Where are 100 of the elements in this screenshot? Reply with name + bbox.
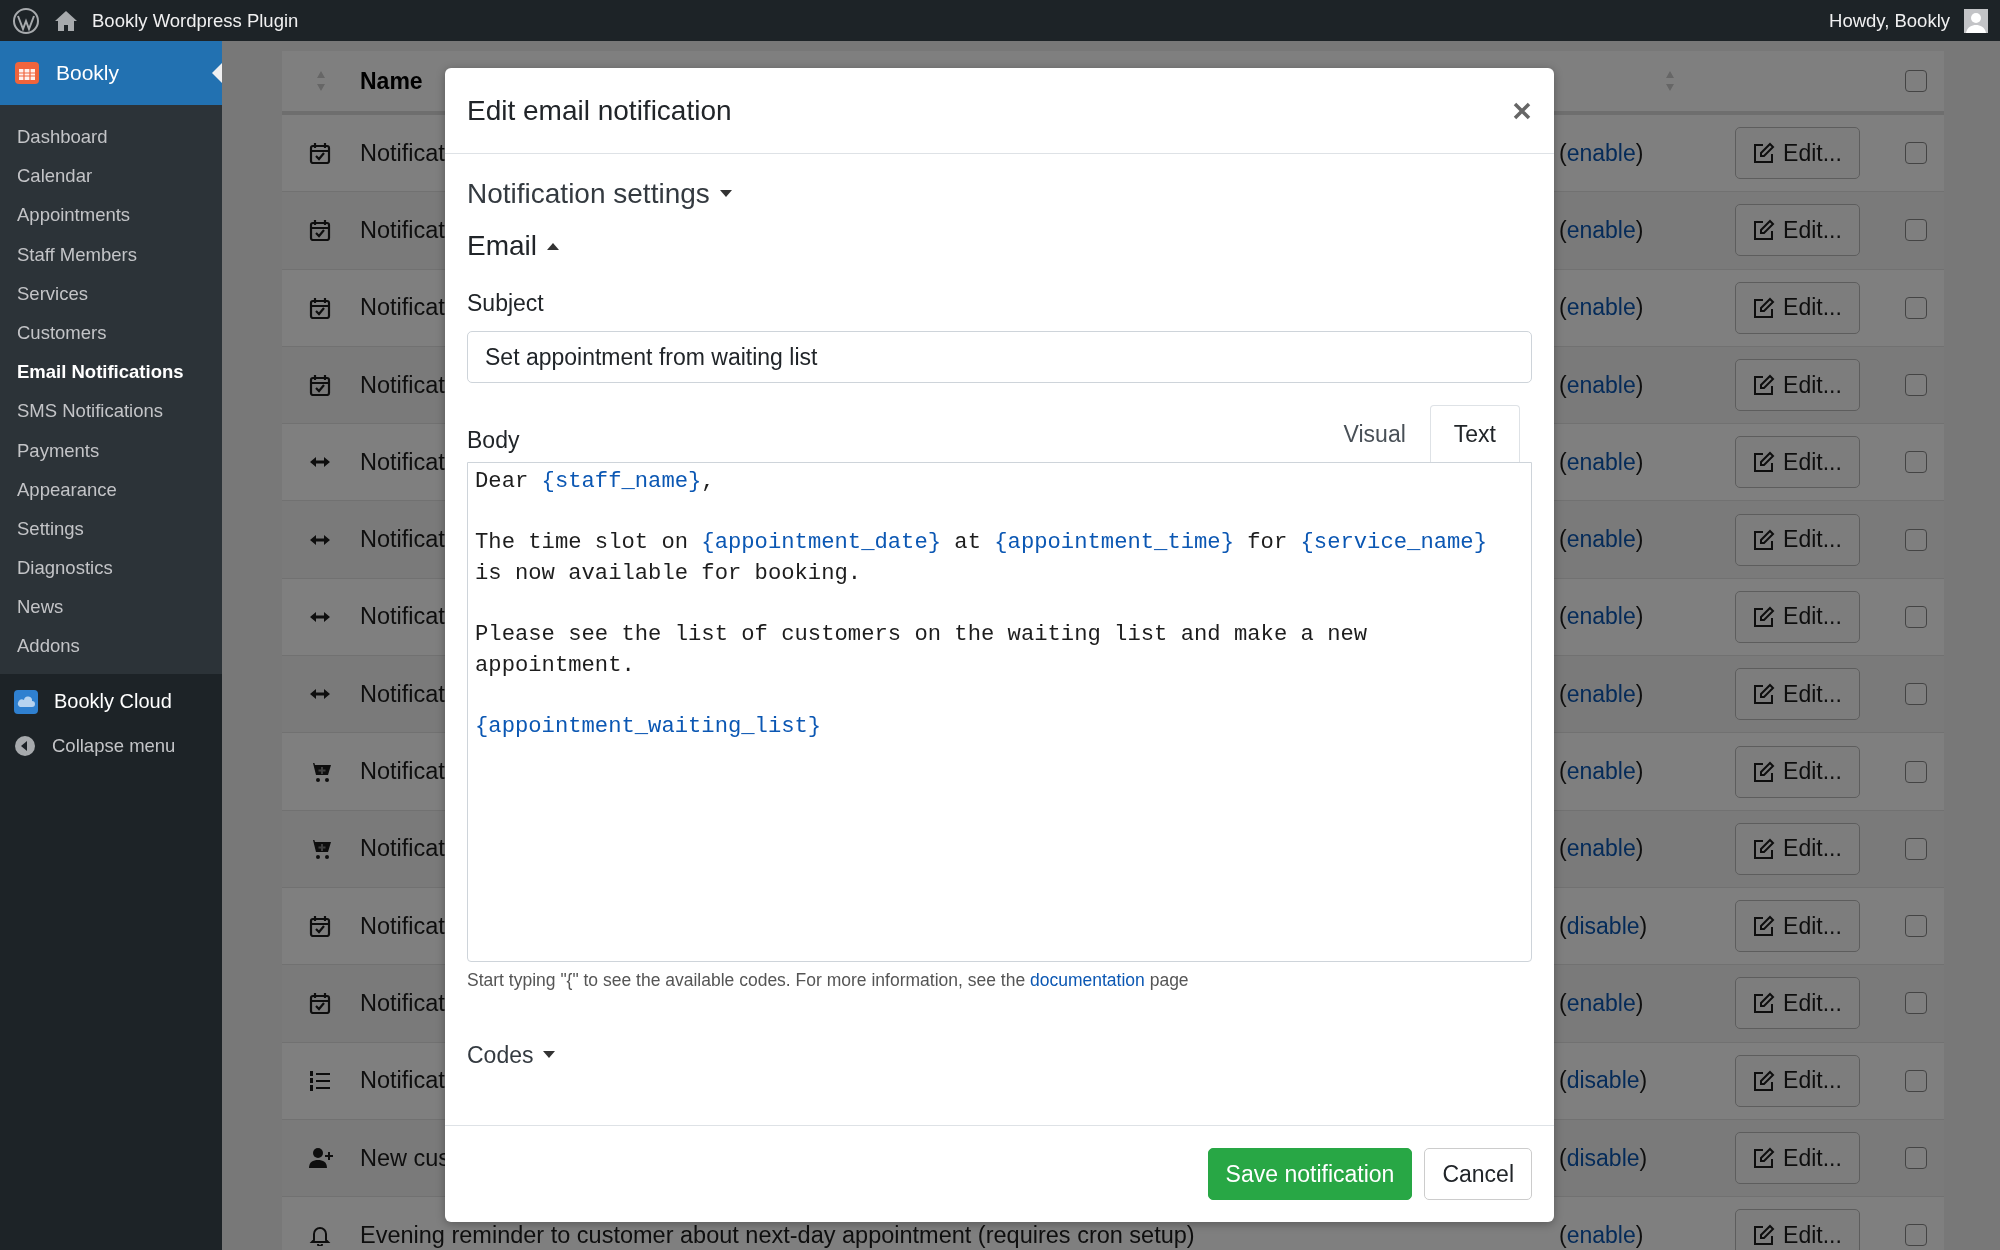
edit-button[interactable]: Edit... [1735, 1209, 1860, 1250]
toggle-link[interactable]: enable [1566, 526, 1636, 553]
section-toggle[interactable]: Email [467, 220, 559, 272]
checkbox[interactable] [1905, 374, 1927, 397]
checkbox[interactable] [1905, 451, 1927, 474]
edit-button[interactable]: Edit... [1735, 977, 1860, 1030]
section-toggle[interactable]: Notification settings [467, 168, 732, 220]
checkbox[interactable] [1905, 142, 1927, 165]
cloud-icon [14, 689, 38, 714]
sidebar-item[interactable]: Calendar [0, 156, 222, 196]
caret-icon [543, 1051, 556, 1059]
edit-icon [1753, 528, 1776, 551]
sidebar-item[interactable]: Diagnostics [0, 548, 222, 588]
documentation-link[interactable]: documentation [1030, 970, 1145, 990]
sidebar-item[interactable]: Staff Members [0, 234, 222, 274]
cancel-button[interactable]: Cancel [1424, 1148, 1532, 1200]
toggle-link[interactable]: enable [1566, 294, 1636, 321]
sort-icon [316, 69, 326, 93]
greeting-text[interactable]: Howdy, Bookly [1829, 9, 1950, 32]
edit-icon [1753, 374, 1776, 397]
checkbox[interactable] [1905, 1147, 1927, 1169]
checkbox[interactable] [1905, 915, 1927, 938]
edit-icon [1753, 837, 1776, 860]
edit-button[interactable]: Edit... [1735, 822, 1860, 875]
checkbox[interactable] [1905, 760, 1927, 783]
sidebar-item[interactable]: Addons [0, 626, 222, 666]
edit-button[interactable]: Edit... [1735, 513, 1860, 566]
notification-name: Notificat [360, 758, 445, 785]
sidebar-item[interactable]: Services [0, 273, 222, 313]
editor-tab[interactable]: Text [1429, 405, 1520, 462]
close-icon [1512, 100, 1532, 121]
codes-toggle[interactable]: Codes [467, 1035, 556, 1075]
toggle-link[interactable]: enable [1566, 139, 1636, 166]
checkbox[interactable] [1905, 683, 1927, 706]
editor-tab[interactable]: Visual [1319, 405, 1430, 462]
sidebar-item[interactable]: Appearance [0, 469, 222, 509]
edit-button[interactable]: Edit... [1735, 745, 1860, 798]
checkbox[interactable] [1905, 837, 1927, 860]
checkbox[interactable] [1905, 296, 1927, 319]
column-header[interactable]: Name [360, 67, 423, 95]
body-field[interactable] [467, 462, 1532, 962]
toggle-link[interactable]: disable [1566, 1144, 1640, 1171]
toggle-link[interactable]: enable [1566, 758, 1636, 784]
sidebar-item[interactable]: Email Notifications [0, 352, 222, 392]
toggle-link[interactable]: disable [1566, 1067, 1640, 1094]
site-title[interactable]: Bookly Wordpress Plugin [92, 9, 299, 32]
toggle-link[interactable]: enable [1566, 371, 1636, 398]
checkbox[interactable] [1905, 528, 1927, 551]
edit-button[interactable]: Edit... [1735, 900, 1860, 953]
body-text-line: appointment. [475, 651, 635, 680]
body-text-line: The time slot on {appointment_date} at {appointment_time} for {service_name} [475, 529, 1487, 558]
sidebar-item[interactable]: SMS Notifications [0, 391, 222, 431]
checkbox[interactable] [1905, 219, 1927, 242]
edit-button[interactable]: Edit... [1735, 127, 1860, 180]
save-button[interactable]: Save notification [1207, 1148, 1413, 1200]
body-text-line: Dear {staff_name}, [475, 468, 715, 496]
toggle-link[interactable]: enable [1566, 603, 1636, 630]
close-button[interactable] [1512, 100, 1532, 121]
edit-button[interactable]: Edit... [1735, 590, 1860, 643]
checkbox[interactable] [1905, 605, 1927, 628]
sidebar-item[interactable]: Appointments [0, 195, 222, 235]
sidebar-item[interactable]: Customers [0, 312, 222, 353]
sidebar-item[interactable]: Dashboard [0, 117, 222, 157]
checkbox[interactable] [1905, 992, 1927, 1015]
toggle-link[interactable]: enable [1566, 1221, 1636, 1248]
edit-button[interactable]: Edit... [1735, 204, 1860, 257]
paren-text: ) [1639, 1144, 1648, 1171]
toggle-link[interactable]: enable [1566, 989, 1636, 1016]
checkbox[interactable] [1905, 1224, 1927, 1247]
sidebar-item[interactable]: Payments [0, 430, 222, 470]
calendar-check-icon [309, 915, 333, 938]
edit-button[interactable]: Edit... [1735, 359, 1860, 412]
body-text-line: is now available for booking. [475, 559, 862, 588]
toggle-link[interactable]: enable [1566, 216, 1636, 243]
collapse-menu-button[interactable]: Collapse menu [0, 723, 222, 768]
toggle-link[interactable]: enable [1566, 835, 1636, 862]
checkbox[interactable] [1905, 1069, 1927, 1092]
toggle-link[interactable]: disable [1566, 912, 1640, 939]
edit-button[interactable]: Edit... [1735, 668, 1860, 721]
paren-text: ( [1559, 912, 1567, 939]
paren-text: ( [1559, 1221, 1567, 1248]
edit-icon [1753, 605, 1776, 628]
edit-button[interactable]: Edit... [1735, 1132, 1860, 1184]
toggle-link[interactable]: enable [1566, 680, 1636, 707]
checkbox[interactable] [1905, 70, 1927, 92]
paren-text: ) [1635, 216, 1644, 243]
sidebar-item[interactable]: Settings [0, 508, 222, 549]
calendar-check-icon [309, 374, 333, 397]
sidebar-item[interactable]: News [0, 587, 222, 627]
edit-button[interactable]: Edit... [1735, 436, 1860, 489]
calendar-check-icon [309, 219, 333, 242]
subject-field[interactable]: Set appointment from waiting list [467, 331, 1532, 383]
toggle-link[interactable]: enable [1566, 448, 1636, 475]
paren-text: ( [1559, 294, 1567, 321]
edit-button[interactable]: Edit... [1735, 1054, 1860, 1107]
sidebar-menu-header[interactable]: Bookly [0, 41, 222, 105]
notification-name: Notificat [360, 835, 445, 863]
edit-button[interactable]: Edit... [1735, 281, 1860, 334]
paren-text: ) [1635, 371, 1644, 398]
sidebar-item[interactable]: Bookly Cloud [0, 679, 222, 724]
